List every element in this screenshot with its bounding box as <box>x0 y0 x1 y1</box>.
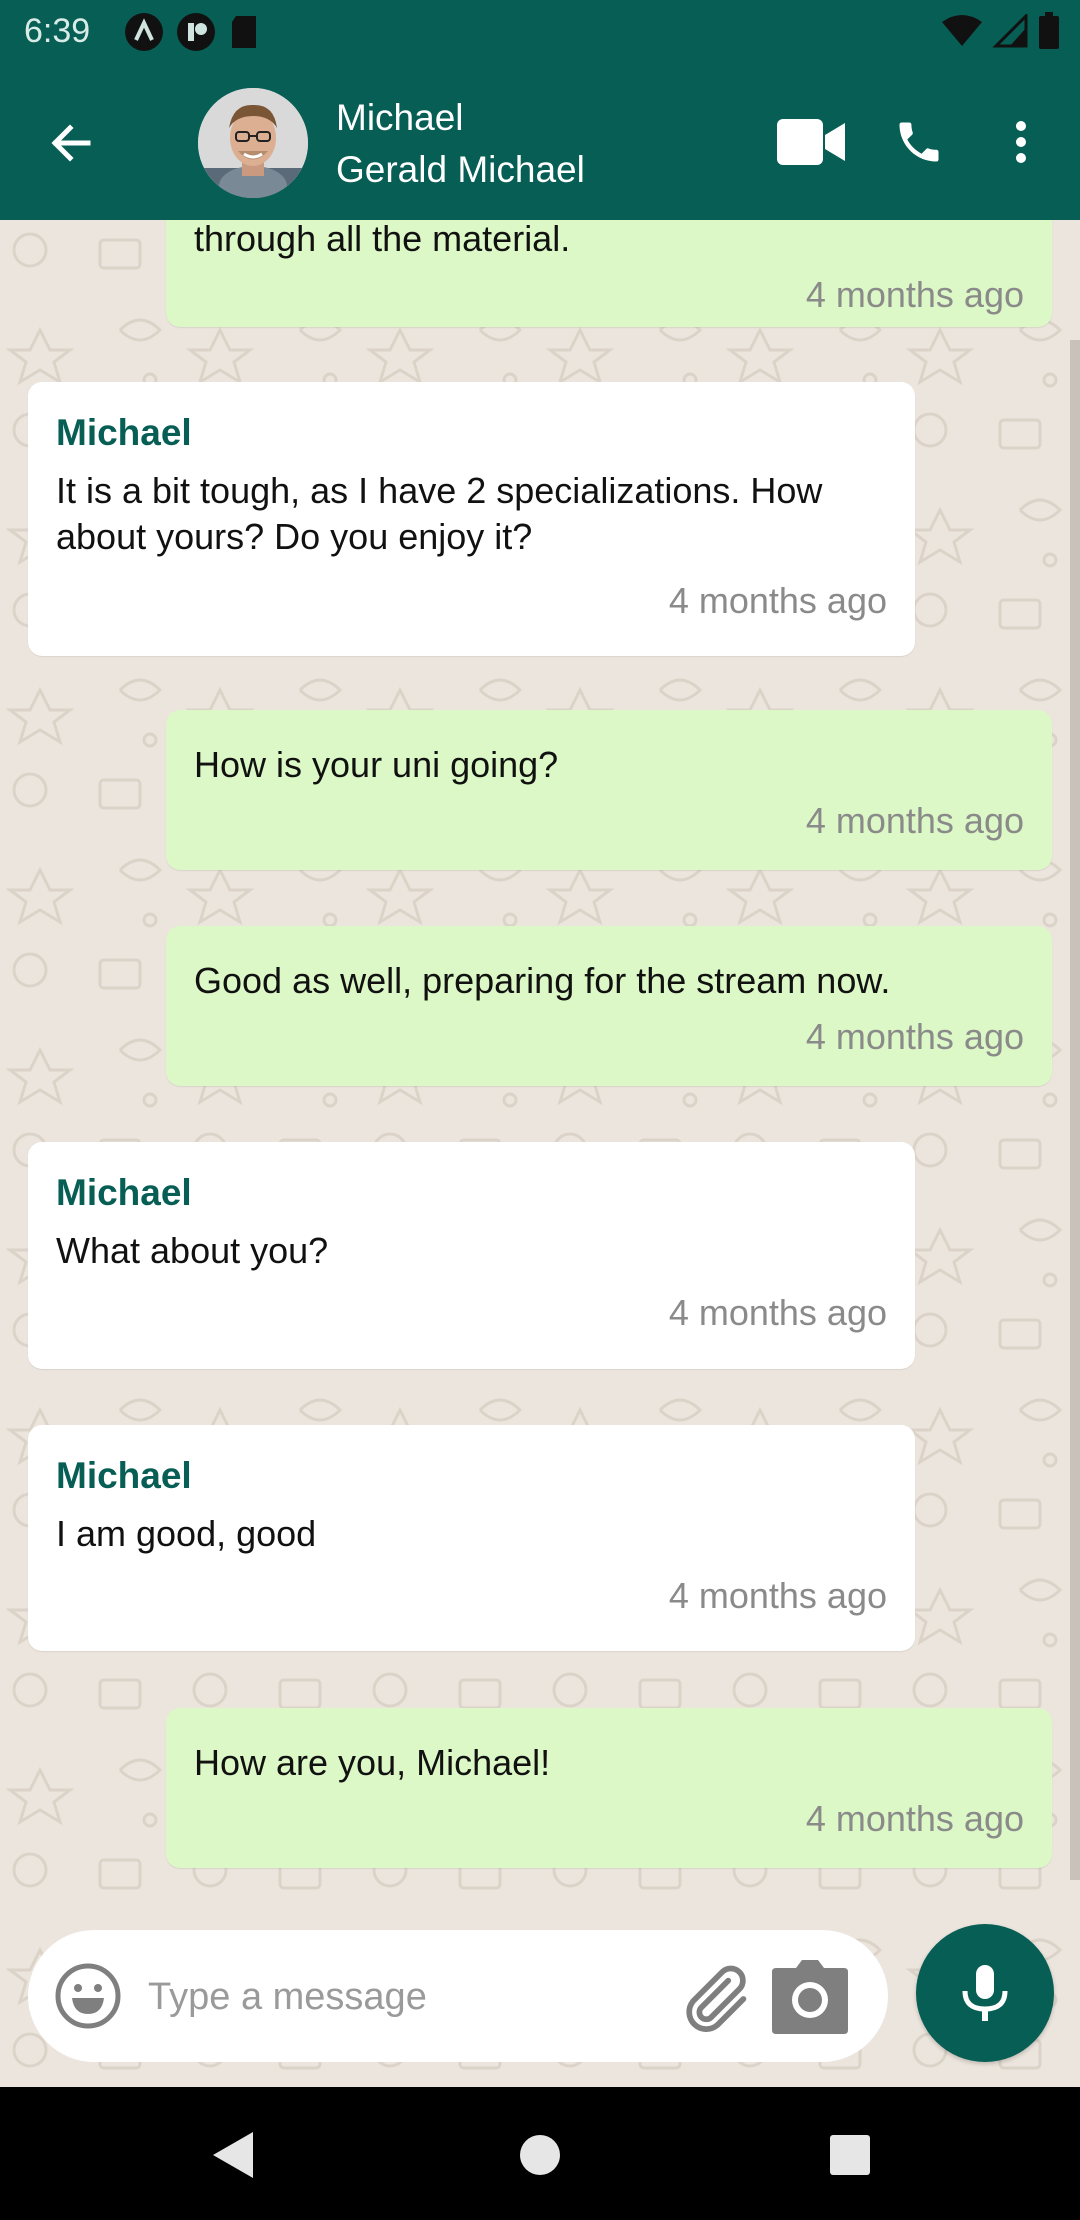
message-text: How are you, Michael! <box>194 1742 551 1783</box>
message-timestamp: 4 months ago <box>668 580 887 621</box>
attach-button[interactable] <box>676 1960 752 2036</box>
message-input[interactable] <box>146 1960 670 2034</box>
app-notification-icon <box>125 13 163 51</box>
status-bar: 6:39 <box>0 0 1080 63</box>
more-vert-icon <box>1016 121 1026 163</box>
voice-message-button[interactable] <box>916 1924 1054 2062</box>
chat-header: Michael Gerald Michael <box>0 63 1080 220</box>
message-bubble-outgoing[interactable]: How are you, Michael! 4 months ago <box>166 1708 1052 1868</box>
system-status-icons <box>942 12 1060 50</box>
message-list[interactable]: through all the material. 4 months ago M… <box>0 220 1080 2085</box>
message-bubble-incoming[interactable]: Michael I am good, good 4 months ago <box>28 1425 915 1651</box>
wifi-icon <box>942 15 982 46</box>
camera-button[interactable] <box>768 1958 852 2038</box>
message-timestamp: 4 months ago <box>668 1292 887 1333</box>
circle-home-icon <box>520 2135 560 2175</box>
message-text: What about you? <box>56 1230 329 1271</box>
camera-icon <box>772 1960 848 2034</box>
app-notification-icon-2 <box>177 13 215 51</box>
system-navigation-bar <box>0 2087 1080 2220</box>
message-timestamp: 4 months ago <box>805 800 1024 841</box>
message-bubble-outgoing[interactable]: How is your uni going? 4 months ago <box>166 710 1052 870</box>
microphone-icon <box>962 1965 1008 2021</box>
more-options-button[interactable] <box>978 99 1064 185</box>
message-bubble-incoming[interactable]: Michael What about you? 4 months ago <box>28 1142 915 1369</box>
notification-icons <box>124 12 260 52</box>
message-sender: Michael <box>56 1455 192 1496</box>
triangle-back-icon <box>213 2132 253 2178</box>
contact-name[interactable]: Michael <box>336 93 464 143</box>
emoji-icon <box>55 1963 121 2029</box>
emoji-button[interactable] <box>54 1962 122 2030</box>
contact-subtitle[interactable]: Gerald Michael <box>336 145 585 195</box>
arrow-left-icon <box>51 124 91 162</box>
battery-icon <box>1039 12 1059 49</box>
paperclip-icon <box>686 1965 747 2032</box>
video-call-icon <box>777 119 845 165</box>
message-sender: Michael <box>56 1172 192 1213</box>
message-text: Good as well, preparing for the stream n… <box>194 960 891 1001</box>
status-time: 6:39 <box>24 12 91 50</box>
message-timestamp: 4 months ago <box>668 1575 887 1616</box>
video-call-button[interactable] <box>768 99 854 185</box>
message-bubble-outgoing[interactable]: Good as well, preparing for the stream n… <box>166 926 1052 1086</box>
contact-avatar[interactable] <box>198 88 308 198</box>
nav-recents-button[interactable] <box>818 2123 882 2187</box>
message-timestamp: 4 months ago <box>805 1798 1024 1839</box>
scrollbar[interactable] <box>1070 340 1080 1880</box>
back-button[interactable] <box>34 107 106 179</box>
sd-card-icon <box>232 16 256 48</box>
message-composer <box>28 1930 888 2062</box>
message-text: It is a bit tough, as I have 2 specializ… <box>56 470 823 557</box>
message-timestamp: 4 months ago <box>805 1016 1024 1057</box>
message-text: I am good, good <box>56 1513 317 1554</box>
message-sender: Michael <box>56 412 192 453</box>
signal-icon <box>992 14 1028 48</box>
message-text: How is your uni going? <box>194 744 559 785</box>
message-text: through all the material. <box>194 220 571 259</box>
square-recents-icon <box>830 2135 870 2175</box>
message-bubble-incoming[interactable]: Michael It is a bit tough, as I have 2 s… <box>28 382 915 656</box>
message-timestamp: 4 months ago <box>805 274 1024 315</box>
phone-icon <box>899 122 939 162</box>
nav-home-button[interactable] <box>508 2123 572 2187</box>
voice-call-button[interactable] <box>876 99 962 185</box>
avatar-photo <box>198 88 308 198</box>
message-bubble-outgoing[interactable]: through all the material. 4 months ago <box>166 220 1052 327</box>
nav-back-button[interactable] <box>200 2123 264 2187</box>
